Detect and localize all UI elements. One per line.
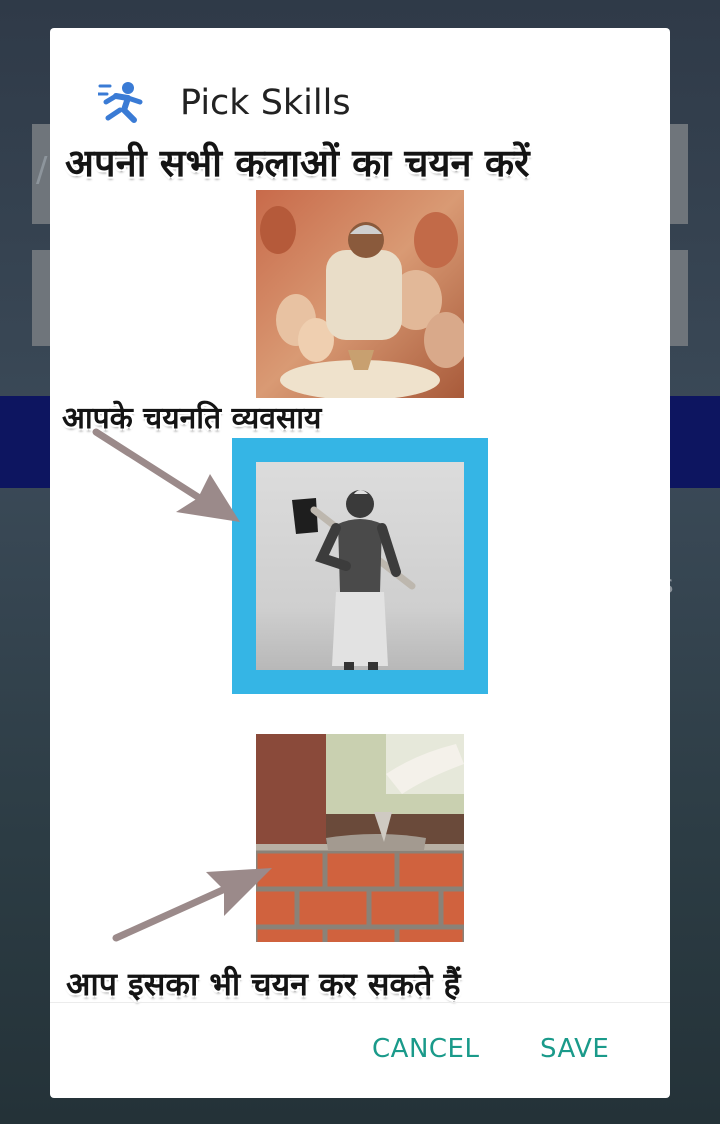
background-glyph: / [36, 150, 48, 190]
running-person-icon [98, 82, 143, 123]
dialog-header: Pick Skills [50, 28, 670, 138]
skill-tile-bricklayer[interactable] [256, 734, 464, 942]
also-selectable-caption: आप इसका भी चयन कर सकते हैं [66, 965, 461, 1003]
skill-tile-farm-laborer[interactable] [256, 462, 464, 670]
cancel-button[interactable]: CANCEL [372, 1034, 479, 1064]
potter-image [256, 190, 464, 398]
save-button[interactable]: SAVE [540, 1034, 609, 1064]
pick-skills-dialog: Pick Skills अपनी सभी कलाओं का चयन करें आ… [50, 28, 670, 1098]
dialog-divider [50, 1002, 670, 1003]
skill-tile-potter[interactable] [256, 190, 464, 398]
selected-skills-caption: आपके चयनति व्यवसाय [62, 401, 322, 436]
bricklayer-image [256, 734, 464, 942]
instruction-caption: अपनी सभी कलाओं का चयन करें [65, 141, 530, 185]
laborer-image [256, 462, 464, 670]
dialog-title: Pick Skills [180, 83, 351, 123]
